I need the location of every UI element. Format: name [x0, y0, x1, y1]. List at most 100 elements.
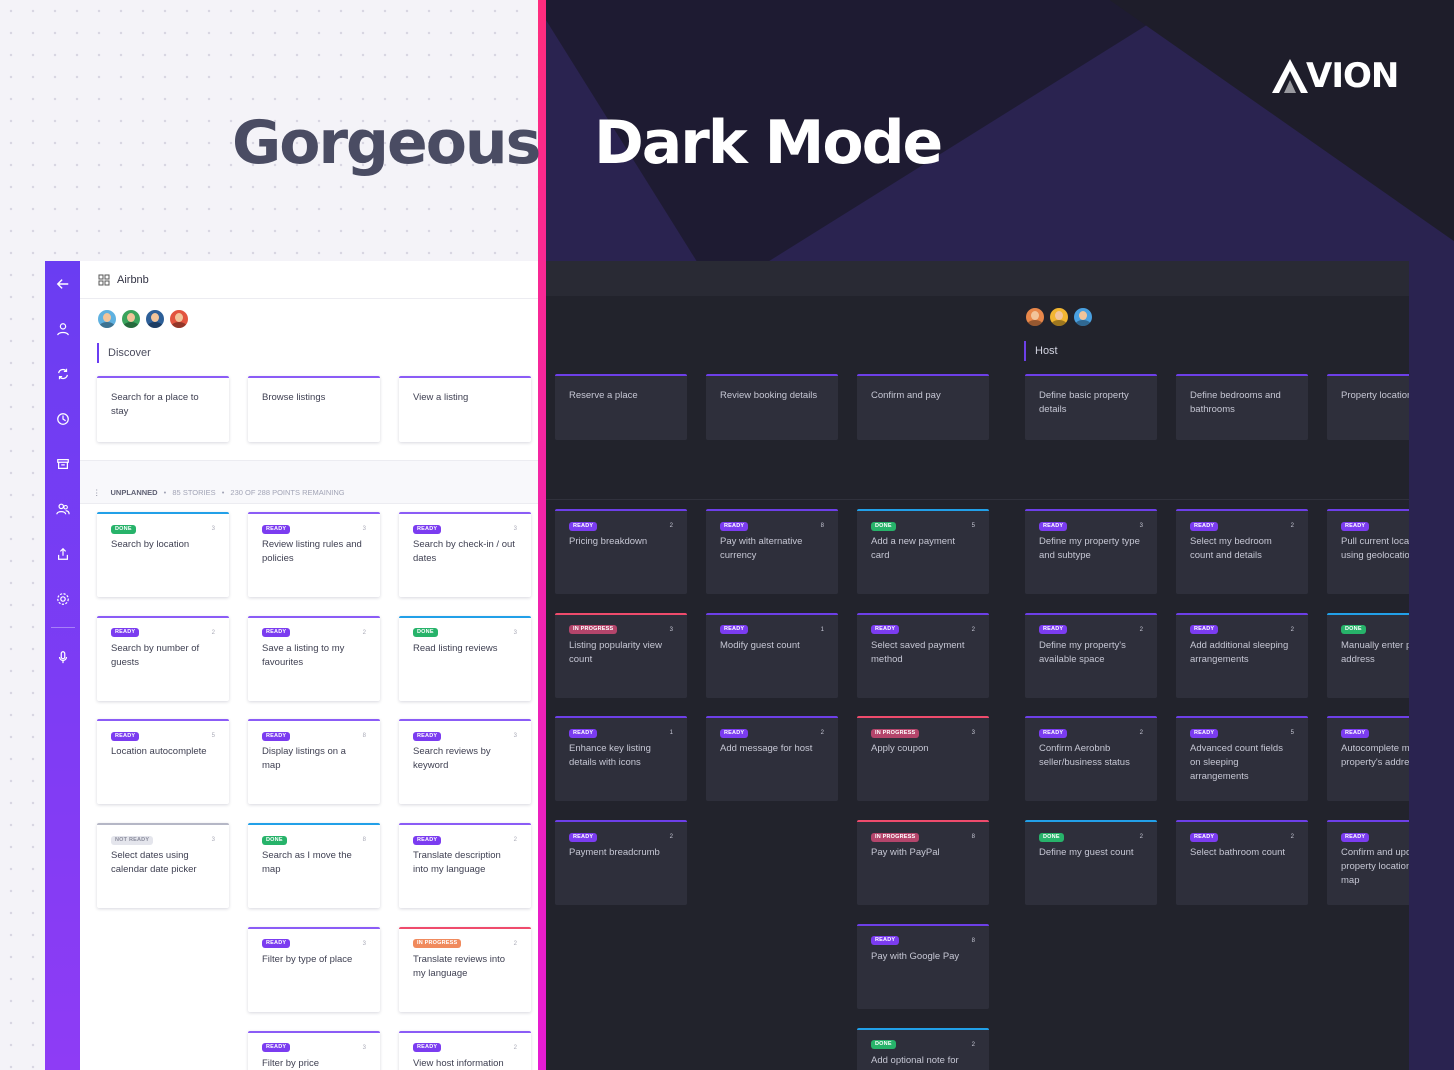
story-card[interactable]: READY 2 Save a listing to my favourites [248, 615, 380, 701]
story-card[interactable]: READY 3 Search by check-in / out dates [399, 512, 531, 597]
step-title: Confirm and pay [871, 390, 941, 401]
story-card[interactable]: READY 1 Modify guest count [706, 612, 838, 698]
story-card[interactable]: READY 2 Define my property's available spa… [1025, 612, 1157, 698]
microphone-icon[interactable] [45, 634, 80, 679]
story-card[interactable]: READY 3 Filter by price [248, 1030, 380, 1070]
step-title: Define basic property details [1039, 390, 1129, 415]
step-card[interactable]: Reserve a place [555, 374, 687, 440]
activity-label[interactable]: Host [1024, 341, 1058, 361]
story-card[interactable]: IN PROGRESS 2 Translate reviews into my la… [399, 926, 531, 1012]
step-card[interactable]: Confirm and pay [857, 374, 989, 440]
story-card[interactable]: READY 8 Display listings on a map [248, 719, 380, 805]
story-points: 5 [1290, 730, 1294, 737]
archive-icon[interactable] [45, 441, 80, 486]
story-card[interactable]: READY Autocomplete my property's address [1327, 716, 1409, 802]
story-points: 2 [1139, 626, 1143, 633]
story-card[interactable]: DONE 2 Add optional note for [857, 1027, 989, 1070]
story-card[interactable]: READY Confirm and update property locatio… [1327, 820, 1409, 906]
status-badge: READY [111, 731, 140, 741]
story-title: Advanced count fields on sleeping arrang… [1190, 743, 1283, 783]
story-points: 3 [513, 526, 517, 532]
status-badge: READY [413, 731, 442, 741]
share-icon[interactable] [45, 531, 80, 576]
sync-icon[interactable] [45, 351, 80, 396]
story-card[interactable]: READY Pull current location using geoloca… [1327, 509, 1409, 594]
status-badge: READY [1341, 521, 1370, 531]
step-card[interactable]: Review booking details [706, 374, 838, 440]
light-app-window: Airbnb Discover Search for a place to st… [45, 261, 538, 1070]
status-badge: READY [1341, 832, 1370, 842]
release-label: UNPLANNED [110, 487, 158, 497]
story-title: Pull current location using geolocation [1341, 536, 1409, 561]
story-card[interactable]: DONE Manually enter property address [1327, 612, 1409, 698]
project-name[interactable]: Airbnb [117, 274, 149, 286]
grid-icon[interactable] [98, 274, 110, 286]
avatar[interactable] [1048, 306, 1070, 328]
story-card[interactable]: READY 2 Select my bedroom count and detail… [1176, 509, 1308, 594]
avatar[interactable] [168, 308, 190, 330]
card-meta: DONE 3 [413, 626, 517, 640]
settings-icon[interactable] [45, 576, 80, 621]
story-points: 2 [362, 629, 366, 636]
step-title: Review booking details [720, 390, 818, 401]
story-card[interactable]: IN PROGRESS 3 Apply coupon [857, 716, 989, 802]
story-title: Read listing reviews [413, 642, 498, 654]
story-card[interactable]: READY 3 Define my property type and subtyp… [1025, 509, 1157, 594]
step-card[interactable]: Define basic property details [1025, 374, 1157, 440]
user-icon[interactable] [45, 306, 80, 351]
card-meta: READY 2 [871, 623, 975, 637]
avatar[interactable] [1072, 306, 1094, 328]
story-points: 2 [669, 523, 673, 529]
story-card[interactable]: READY 5 Advanced count fields on sleeping … [1176, 716, 1308, 802]
story-card[interactable]: DONE 3 Search by location [97, 512, 229, 597]
story-points: 2 [513, 1044, 517, 1051]
story-card[interactable]: READY 2 Payment breadcrumb [555, 820, 687, 906]
story-card[interactable]: READY 2 Confirm Aerobnb seller/business st… [1025, 716, 1157, 802]
story-card[interactable]: READY 2 Pricing breakdown [555, 509, 687, 594]
back-arrow-icon[interactable] [45, 261, 80, 306]
step-card[interactable]: Search for a place to stay [97, 376, 229, 442]
step-card[interactable]: Define bedrooms and bathrooms [1176, 374, 1308, 440]
activity-label[interactable]: Discover [97, 343, 151, 363]
step-card[interactable]: Property location [1327, 374, 1409, 440]
story-card[interactable]: READY 1 Enhance key listing details with i… [555, 716, 687, 802]
story-card[interactable]: READY 2 Add message for host [706, 716, 838, 802]
avatar[interactable] [1024, 306, 1046, 328]
story-card[interactable]: DONE 8 Search as I move the map [248, 823, 380, 909]
status-badge: READY [262, 731, 291, 741]
story-card[interactable]: READY 2 View host information [399, 1030, 531, 1070]
status-badge: READY [569, 832, 598, 842]
story-card[interactable]: IN PROGRESS 8 Pay with PayPal [857, 820, 989, 906]
story-card[interactable]: DONE 5 Add a new payment card [857, 509, 989, 594]
clock-icon[interactable] [45, 396, 80, 441]
story-title: Review listing rules and policies [262, 539, 362, 564]
step-card[interactable]: View a listing [399, 376, 531, 442]
story-card[interactable]: DONE 3 Read listing reviews [399, 615, 531, 701]
step-card[interactable]: Browse listings [248, 376, 380, 442]
story-card[interactable]: DONE 2 Define my guest count [1025, 820, 1157, 906]
story-card[interactable]: READY 8 Pay with alternative currency [706, 509, 838, 594]
more-icon[interactable]: ⋮ [93, 488, 101, 497]
story-card[interactable]: NOT READY 3 Select dates using calendar da… [97, 823, 229, 909]
story-card[interactable]: READY 5 Location autocomplete [97, 719, 229, 805]
story-points: 2 [1290, 834, 1294, 841]
avatar[interactable] [96, 308, 118, 330]
avatar[interactable] [120, 308, 142, 330]
story-title: Autocomplete my property's address [1341, 743, 1409, 769]
story-card[interactable]: READY 2 Search by number of guests [97, 615, 229, 701]
story-points: 2 [513, 940, 517, 947]
story-card[interactable]: IN PROGRESS 3 Listing popularity view coun… [555, 612, 687, 698]
story-card[interactable]: READY 2 Select bathroom count [1176, 820, 1308, 906]
story-card[interactable]: READY 2 Select saved payment method [857, 612, 989, 698]
story-card[interactable]: READY 8 Pay with Google Pay [857, 923, 989, 1009]
story-title: Confirm Aerobnb seller/business status [1039, 743, 1130, 769]
story-card[interactable]: READY 3 Search reviews by keyword [399, 719, 531, 805]
step-title: View a listing [413, 392, 469, 403]
story-card[interactable]: READY 2 Translate description into my lang… [399, 823, 531, 909]
story-card[interactable]: READY 3 Filter by type of place [248, 926, 380, 1012]
team-icon[interactable] [45, 486, 80, 531]
release-header: ⋮ UNPLANNED • 85 STORIES • 230 OF 288 PO… [80, 460, 538, 504]
avatar[interactable] [144, 308, 166, 330]
story-card[interactable]: READY 2 Add additional sleeping arrangemen… [1176, 612, 1308, 698]
story-card[interactable]: READY 3 Review listing rules and policies [248, 512, 380, 597]
